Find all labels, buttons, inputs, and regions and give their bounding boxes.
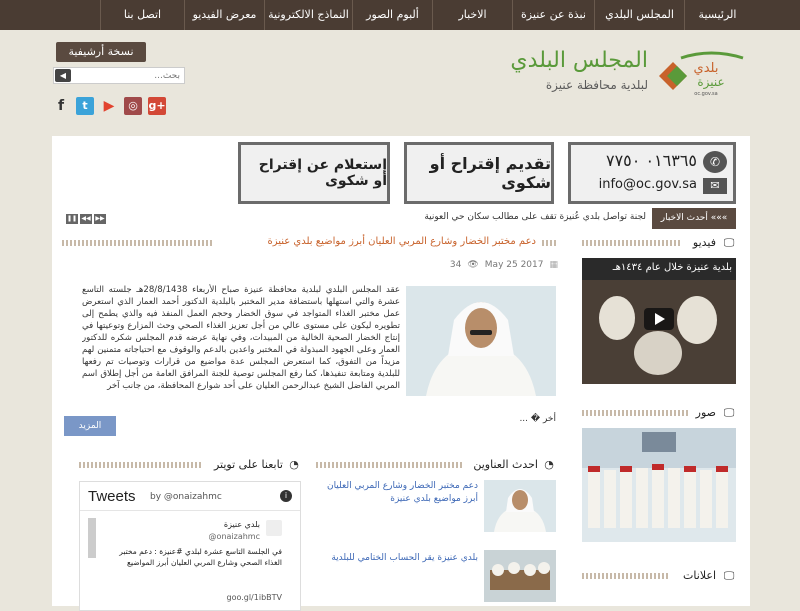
next-icon[interactable]: ▶▶ xyxy=(94,214,106,224)
news-link[interactable]: بلدي عنيزة يقر الحساب الختامي للبلدية xyxy=(318,552,478,565)
article-photo xyxy=(406,286,556,396)
photo-gallery[interactable] xyxy=(582,428,736,542)
divider xyxy=(62,240,212,246)
article-more-text: أخر � ... xyxy=(519,414,556,424)
nav-item[interactable]: معرض الفيديو xyxy=(184,0,264,30)
tweet-account-handle[interactable]: @onaizahmc xyxy=(209,532,260,541)
inquire-banner-label: إستعلام عن إقتراح أو شكوى xyxy=(258,157,387,189)
more-button[interactable]: المزيد xyxy=(64,416,116,436)
divider xyxy=(79,462,201,468)
tweet-link[interactable]: goo.gl/1ibBTV xyxy=(226,593,282,602)
video-section-header: 🖵 فيديو xyxy=(582,236,736,250)
video-player[interactable]: بلدية عنيزة خلال عام ١٤٣٤هـ xyxy=(582,258,736,384)
divider xyxy=(582,573,670,579)
twitter-widget: Tweets by @onaizahmc i بلدي عنيزة @onaiz… xyxy=(79,481,301,611)
site-logo[interactable]: المجلس البلدي لبلدية محافظة عنيزة بلدي ع… xyxy=(510,48,746,103)
suggest-banner[interactable]: تقديم إقتراح أو شكوى xyxy=(404,142,554,204)
divider xyxy=(582,240,680,246)
nav-item[interactable]: المجلس البلدي xyxy=(594,0,684,30)
logo-title: المجلس البلدي xyxy=(510,48,648,73)
logo-emblem-icon: بلدي عنيزة oc.gov.sa xyxy=(659,51,744,97)
video-caption: بلدية عنيزة خلال عام ١٤٣٤هـ xyxy=(612,262,732,273)
monitor-icon: 🖵 xyxy=(723,406,735,419)
inquire-banner[interactable]: إستعلام عن إقتراح أو شكوى xyxy=(238,142,390,204)
ticker-text[interactable]: لجنة تواصل بلدي عُنيزة تقف على مطالب سكا… xyxy=(424,212,646,222)
twitter-section-header: ◔ تابعنا على تويتر xyxy=(79,458,301,472)
top-nav-menu: الرئيسية المجلس البلدي نبذة عن عنيزة الاخبا… xyxy=(50,0,750,30)
ads-title: اعلانات xyxy=(683,569,716,582)
monitor-icon: 🖵 xyxy=(723,569,735,582)
news-thumb-image xyxy=(484,480,556,532)
nav-item[interactable]: الرئيسية xyxy=(684,0,750,30)
main-content: ✆ ٠١٦٣٦٥ ٧٧٥٠ ✉ info@oc.gov.sa تقديم إقت… xyxy=(52,136,750,611)
tweets-title: Tweets xyxy=(88,488,136,505)
phone-icon: ✆ xyxy=(703,151,727,173)
views-count: 34 xyxy=(449,260,462,270)
rss-icon: ◔ xyxy=(544,458,554,471)
news-thumb-image xyxy=(484,550,556,602)
calendar-icon: ▦ xyxy=(549,260,558,270)
archive-button[interactable]: نسخة أرشيفية xyxy=(56,42,146,62)
news-thumbnail[interactable] xyxy=(484,550,556,602)
mail-icon: ✉ xyxy=(703,178,727,194)
top-nav: الرئيسية المجلس البلدي نبذة عن عنيزة الاخبا… xyxy=(0,0,800,30)
article-meta: 34 👁 May 25 2017 ▦ xyxy=(450,260,558,270)
tweet-avatar xyxy=(266,520,282,536)
nav-item[interactable]: اتصل بنا xyxy=(100,0,184,30)
news-link[interactable]: دعم مختبر الخضار وشارع المربي العليان أب… xyxy=(318,480,478,506)
nav-item[interactable]: الاخبار xyxy=(432,0,512,30)
article-date: May 25 2017 xyxy=(484,260,544,270)
photos-section-header: 🖵 صور xyxy=(582,406,736,420)
article-image xyxy=(406,286,556,396)
twitter-icon[interactable]: t xyxy=(76,97,94,115)
tweet-text: في الجلسة التاسع عشرة لبلدي #عنيزة : دعم… xyxy=(119,547,282,567)
social-links: f t ▶ ◎ g+ xyxy=(52,97,166,115)
suggest-banner-label: تقديم إقتراح أو شكوى xyxy=(429,154,551,192)
tweets-handle[interactable]: by @onaizahmc xyxy=(150,492,222,502)
tweet-divider xyxy=(80,510,300,511)
ticker-label: »»» أحدث الاخبار xyxy=(652,208,736,229)
contact-phone: ٠١٦٣٦٥ ٧٧٥٠ xyxy=(605,151,697,170)
ticker-controls: ❚❚ ◀◀ ▶▶ xyxy=(66,214,106,224)
eye-icon: 👁 xyxy=(467,260,479,270)
latest-section-header: ◔ احدث العناوين xyxy=(316,458,556,472)
latest-title: احدث العناوين xyxy=(473,458,538,471)
svg-text:بلدي: بلدي xyxy=(694,61,719,76)
search-button[interactable]: ◀ xyxy=(55,69,71,82)
twitter-scrollbar[interactable] xyxy=(88,518,96,558)
article-body: عقد المجلس البلدي لبلدية محافظة عنيزة صب… xyxy=(82,285,400,391)
contact-box: ✆ ٠١٦٣٦٥ ٧٧٥٠ ✉ info@oc.gov.sa xyxy=(568,142,736,204)
news-thumbnail[interactable] xyxy=(484,480,556,532)
nav-item[interactable]: نبذة عن عنيزة xyxy=(512,0,594,30)
svg-text:عنيزة: عنيزة xyxy=(697,75,724,90)
divider xyxy=(542,240,556,246)
pause-icon[interactable]: ❚❚ xyxy=(66,214,78,224)
article-title[interactable]: دعم مختبر الخضار وشارع المربي العليان أب… xyxy=(263,236,540,247)
svg-text:oc.gov.sa: oc.gov.sa xyxy=(694,91,717,97)
nav-item[interactable]: النماذج الالكترونية xyxy=(264,0,352,30)
googleplus-icon[interactable]: g+ xyxy=(148,97,166,115)
divider xyxy=(316,462,462,468)
logo-subtitle: لبلدية محافظة عنيزة xyxy=(545,78,648,92)
video-title: فيديو xyxy=(692,236,716,249)
info-icon[interactable]: i xyxy=(280,490,292,502)
search-input[interactable] xyxy=(74,68,184,83)
tweet-account[interactable]: بلدي عنيزة xyxy=(224,520,260,529)
instagram-icon[interactable]: ◎ xyxy=(124,97,142,115)
youtube-icon[interactable]: ▶ xyxy=(100,97,118,115)
ads-section-header: 🖵 اعلانات xyxy=(582,569,736,583)
nav-item[interactable]: ألبوم الصور xyxy=(352,0,432,30)
facebook-icon[interactable]: f xyxy=(52,97,70,115)
gallery-photo xyxy=(582,428,736,542)
photos-title: صور xyxy=(695,406,716,419)
divider xyxy=(582,410,690,416)
video-thumbnail xyxy=(582,258,736,384)
site-header: نسخة أرشيفية ◀ f t ▶ ◎ g+ المجلس البلدي … xyxy=(0,30,800,130)
contact-email[interactable]: info@oc.gov.sa xyxy=(599,177,697,192)
twitter-title: تابعنا على تويتر xyxy=(213,458,283,471)
prev-icon[interactable]: ◀◀ xyxy=(80,214,92,224)
rss-icon: ◔ xyxy=(289,458,299,471)
search-box: ◀ xyxy=(53,67,185,84)
monitor-icon: 🖵 xyxy=(723,236,735,249)
